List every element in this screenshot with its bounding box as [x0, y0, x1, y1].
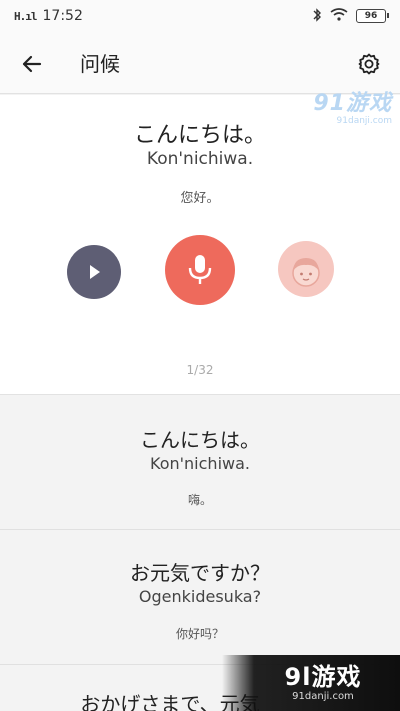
- list-item[interactable]: お元気ですか？ Ogenkidesuka? 你好吗？: [0, 531, 400, 665]
- watermark-url: 91danji.com: [292, 691, 354, 702]
- list-item-translation: 你好吗？: [175, 627, 224, 641]
- list-item-romaji: Ogenkidesuka?: [138, 587, 262, 606]
- page-title: 问候: [80, 52, 120, 76]
- status-left: H.ıl 17:52: [14, 8, 83, 24]
- avatar-icon: [292, 258, 320, 287]
- microphone-icon: [188, 255, 212, 284]
- list-item-translation: 嗨。: [187, 493, 212, 507]
- battery-indicator: 96: [356, 9, 389, 23]
- settings-button[interactable]: [355, 50, 383, 78]
- current-romaji: Kon'nichiwa.: [146, 149, 254, 169]
- current-translation: 您好。: [180, 191, 220, 206]
- record-button[interactable]: [165, 235, 235, 305]
- playback-recording-button[interactable]: [278, 241, 334, 297]
- back-arrow-icon: [22, 55, 42, 73]
- status-bar: H.ıl 17:52 96: [0, 0, 400, 32]
- signal-icon: H.ıl: [14, 9, 37, 23]
- list-item-japanese: お元気ですか？: [130, 561, 270, 585]
- play-button[interactable]: [67, 245, 121, 299]
- watermark-logo: 91游戏: [313, 91, 392, 116]
- status-time: 17:52: [42, 8, 83, 24]
- current-phrase-card: こんにちは。 Kon'nichiwa. 您好。 1/32: [0, 95, 400, 395]
- wifi-icon: [330, 8, 348, 24]
- back-button[interactable]: [18, 50, 46, 78]
- watermark-url: 91danji.com: [336, 116, 392, 126]
- app-bar: 问候: [0, 32, 400, 94]
- watermark-top: 91游戏 91danji.com: [296, 92, 400, 132]
- bluetooth-icon: [312, 7, 322, 25]
- status-right: 96: [312, 7, 389, 25]
- watermark-bottom: 9l游戏 91danji.com: [222, 655, 400, 711]
- list-item-japanese: こんにちは。: [140, 428, 260, 452]
- watermark-logo: 9l游戏: [284, 663, 362, 691]
- list-item[interactable]: こんにちは。 Kon'nichiwa. 嗨。: [0, 396, 400, 530]
- phrase-counter: 1/32: [186, 363, 214, 377]
- play-icon: [90, 265, 100, 279]
- list-item-romaji: Kon'nichiwa.: [150, 454, 250, 473]
- gear-icon: [358, 53, 380, 75]
